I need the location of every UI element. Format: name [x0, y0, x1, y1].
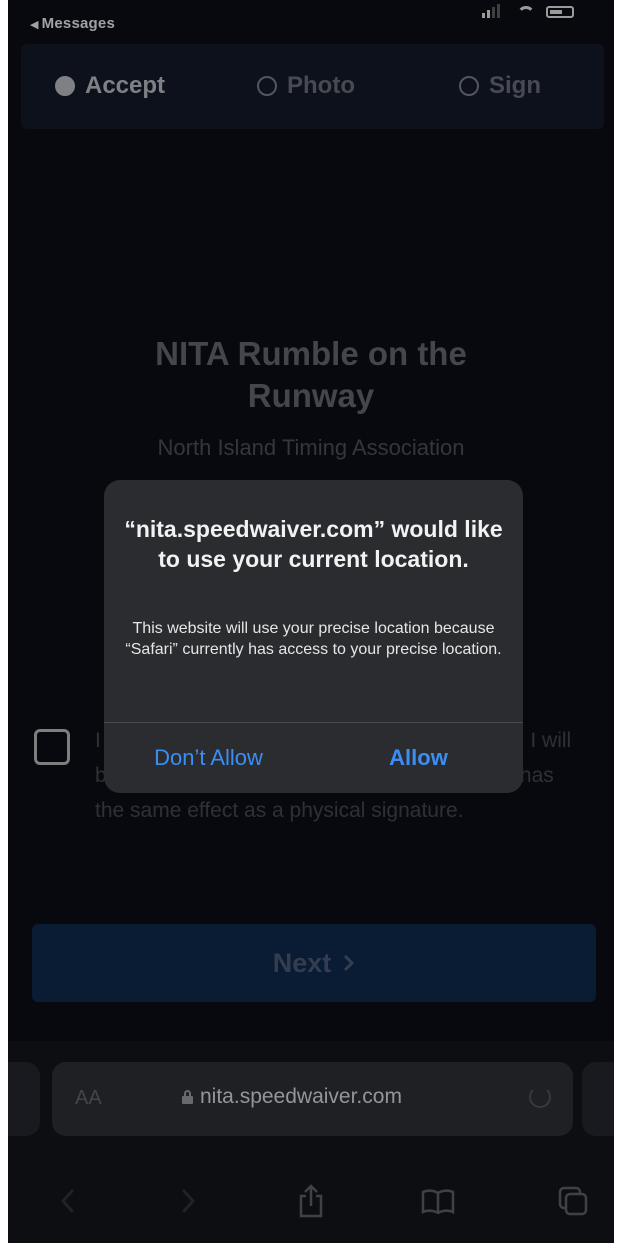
- alert-message: This website will use your precise locat…: [125, 620, 502, 658]
- dont-allow-button[interactable]: Don’t Allow: [104, 723, 313, 793]
- allow-button[interactable]: Allow: [314, 723, 523, 793]
- phone-screen: ◀ Messages Accept Photo Sign NITA Rumble …: [8, 0, 614, 1243]
- alert-title: “nita.speedwaiver.com” would like to use…: [124, 516, 503, 572]
- location-permission-alert: “nita.speedwaiver.com” would like to use…: [104, 480, 523, 793]
